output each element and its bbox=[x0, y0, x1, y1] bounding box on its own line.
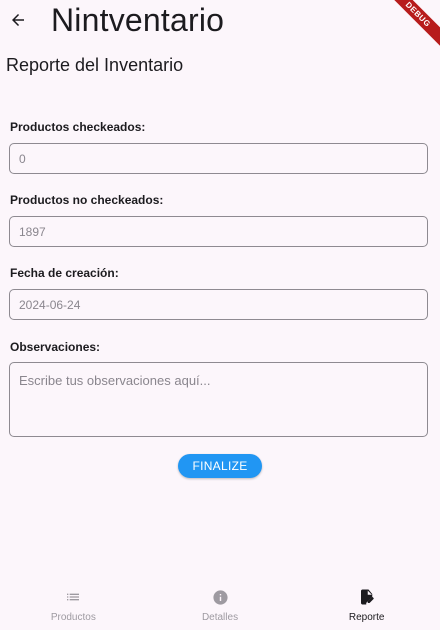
nav-item-reporte[interactable]: Reporte bbox=[293, 582, 440, 630]
finalize-button[interactable]: FINALIZE bbox=[178, 454, 262, 478]
nav-item-productos[interactable]: Productos bbox=[0, 582, 147, 630]
report-edit-icon bbox=[358, 588, 376, 606]
nav-label-detalles: Detalles bbox=[201, 612, 239, 623]
checked-products-label: Productos checkeados: bbox=[10, 120, 146, 134]
arrow-back-icon bbox=[12, 14, 24, 26]
creation-date-input[interactable] bbox=[10, 290, 427, 319]
app-bar: Nintventario bbox=[0, 0, 440, 44]
bottom-navigation: Productos Detalles Reporte bbox=[0, 582, 440, 630]
notes-textarea[interactable] bbox=[10, 363, 427, 436]
notes-field[interactable] bbox=[9, 362, 428, 437]
nav-label-productos: Productos bbox=[50, 612, 96, 623]
creation-date-field[interactable] bbox=[9, 289, 428, 320]
nav-item-detalles[interactable]: Detalles bbox=[147, 582, 294, 630]
list-icon bbox=[64, 588, 82, 606]
notes-label: Observaciones: bbox=[10, 340, 101, 354]
unchecked-products-input[interactable] bbox=[10, 217, 427, 246]
creation-date-label: Fecha de creación: bbox=[10, 266, 119, 280]
checked-products-field[interactable] bbox=[9, 143, 428, 174]
checked-products-input[interactable] bbox=[10, 144, 427, 173]
info-icon bbox=[211, 588, 229, 606]
nav-label-reporte: Reporte bbox=[348, 612, 385, 623]
unchecked-products-field[interactable] bbox=[9, 216, 428, 247]
page-title: Reporte del Inventario bbox=[6, 55, 184, 75]
unchecked-products-label: Productos no checkeados: bbox=[10, 193, 164, 207]
back-button[interactable] bbox=[6, 8, 30, 32]
app-title: Nintventario bbox=[51, 2, 225, 38]
